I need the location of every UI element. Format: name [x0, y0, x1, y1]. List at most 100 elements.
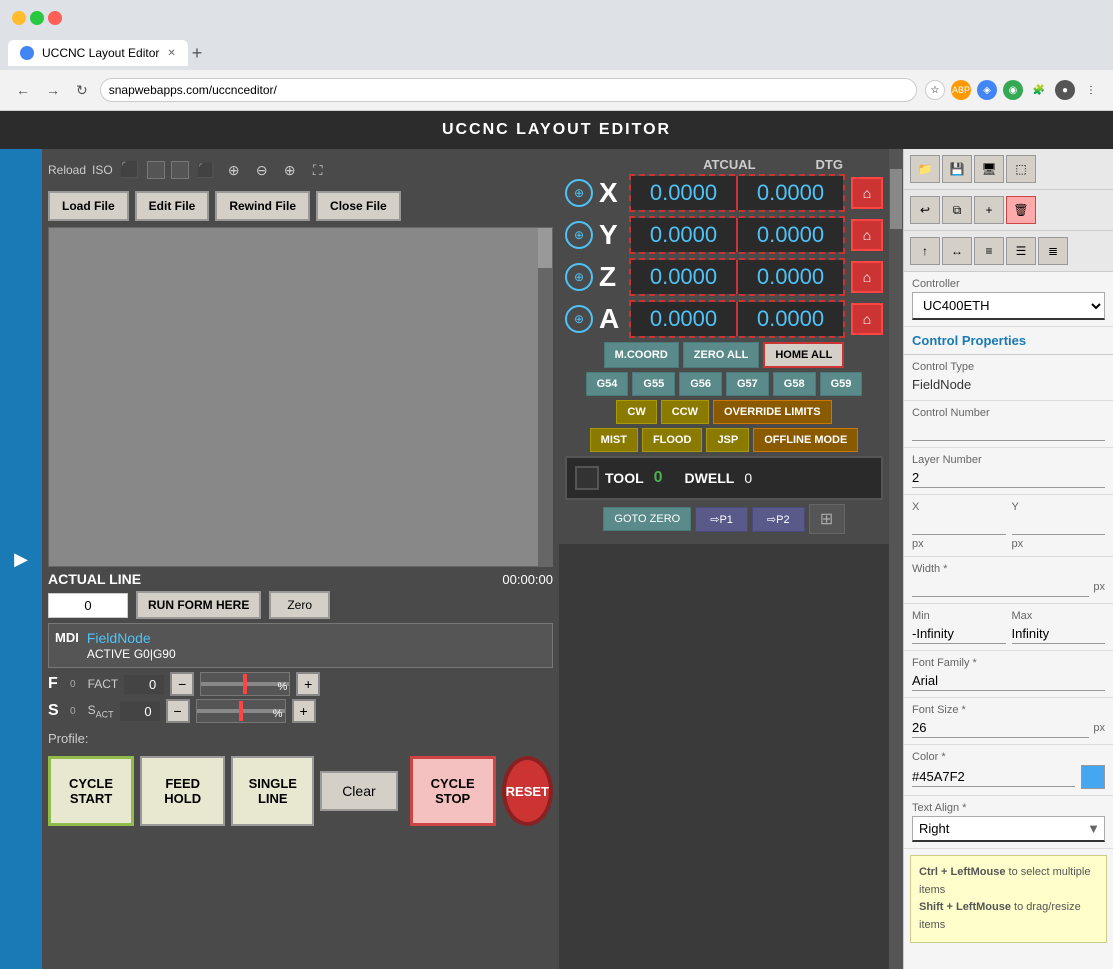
rt-up-icon[interactable]: ↑ [910, 237, 940, 265]
y-home-button[interactable]: ⌂ [851, 219, 883, 251]
color-box[interactable] [1081, 765, 1105, 789]
canvas-scrollbar[interactable] [538, 228, 552, 566]
cube3-icon[interactable] [171, 161, 189, 179]
y-target-icon[interactable]: ⊕ [565, 221, 593, 249]
goto-zero-button[interactable]: GOTO ZERO [603, 507, 691, 531]
grip-button[interactable]: ⊞ [809, 504, 845, 534]
width-input[interactable] [912, 577, 1089, 597]
ccw-button[interactable]: CCW [661, 400, 709, 424]
rt-align-right-icon[interactable]: ≣ [1038, 237, 1068, 265]
min-input[interactable] [912, 624, 1006, 644]
g58-button[interactable]: G58 [773, 372, 816, 396]
x-home-button[interactable]: ⌂ [851, 177, 883, 209]
left-arrow-icon[interactable]: ▶ [14, 549, 28, 570]
home-all-button[interactable]: HOME ALL [763, 342, 844, 368]
fullscreen-icon[interactable]: ⛶ [307, 159, 329, 181]
cycle-start-button[interactable]: CYCLE START [48, 756, 134, 826]
g55-button[interactable]: G55 [632, 372, 675, 396]
g56-button[interactable]: G56 [679, 372, 722, 396]
new-tab-button[interactable]: + [192, 43, 203, 64]
rt-duplicate-icon[interactable]: ⧉ [942, 196, 972, 224]
override-limits-button[interactable]: OVERRIDE LIMITS [713, 400, 832, 424]
control-number-input[interactable] [912, 421, 1105, 441]
layer-number-input[interactable] [912, 468, 1105, 488]
a-home-button[interactable]: ⌂ [851, 303, 883, 335]
rt-copy2-icon[interactable]: ⬚ [1006, 155, 1036, 183]
rt-align-center-icon[interactable]: ☰ [1006, 237, 1036, 265]
cube2-icon[interactable] [147, 161, 165, 179]
g54-button[interactable]: G54 [586, 372, 629, 396]
rt-add-icon[interactable]: + [974, 196, 1004, 224]
s-minus-button[interactable]: − [166, 699, 190, 723]
ext1-icon[interactable]: ◈ [977, 80, 997, 100]
actual-line-input[interactable] [48, 593, 128, 618]
edit-file-button[interactable]: Edit File [135, 191, 210, 221]
rt-monitor-icon[interactable]: 🖥 [974, 155, 1004, 183]
reset-button[interactable]: RESET [502, 756, 553, 826]
menu-icon[interactable]: ⋮ [1081, 80, 1101, 100]
zero-all-button[interactable]: ZERO ALL [683, 342, 760, 368]
single-line-button[interactable]: SINGLE LINE [231, 756, 314, 826]
rt-folder-icon[interactable]: 📁 [910, 155, 940, 183]
forward-button[interactable]: → [42, 78, 64, 102]
jsp-button[interactable]: JSP [706, 428, 749, 452]
active-tab[interactable]: UCCNC Layout Editor ✕ [8, 40, 188, 66]
rt-align-left-icon[interactable]: ≡ [974, 237, 1004, 265]
cube4-icon[interactable]: ⬛ [195, 159, 217, 181]
p1-button[interactable]: ⇨P1 [695, 507, 748, 532]
load-file-button[interactable]: Load File [48, 191, 129, 221]
minimize-button[interactable] [12, 11, 26, 25]
ext2-icon[interactable]: ◉ [1003, 80, 1023, 100]
mist-button[interactable]: MIST [590, 428, 638, 452]
offline-mode-button[interactable]: OFFLINE MODE [753, 428, 858, 452]
rt-delete-icon[interactable]: 🗑 [1006, 196, 1036, 224]
flood-button[interactable]: FLOOD [642, 428, 703, 452]
crosshair-icon[interactable]: ⊕ [223, 159, 245, 181]
controller-select[interactable]: UC400ETH [912, 292, 1105, 320]
profile-icon[interactable]: ● [1055, 80, 1075, 100]
back-button[interactable]: ← [12, 78, 34, 102]
close-file-button[interactable]: Close File [316, 191, 401, 221]
max-input[interactable] [1012, 624, 1106, 644]
rt-undo-icon[interactable]: ↩ [910, 196, 940, 224]
feed-hold-button[interactable]: FEED HOLD [140, 756, 225, 826]
a-target-icon[interactable]: ⊕ [565, 305, 593, 333]
z-home-button[interactable]: ⌂ [851, 261, 883, 293]
g57-button[interactable]: G57 [726, 372, 769, 396]
cw-button[interactable]: CW [616, 400, 656, 424]
rt-arrows-icon[interactable]: ↔ [942, 237, 972, 265]
close-button[interactable] [48, 11, 62, 25]
text-align-dropdown[interactable]: Right ▼ [912, 816, 1105, 842]
x-input[interactable] [912, 515, 1006, 535]
cycle-stop-button[interactable]: CYCLE STOP [410, 756, 496, 826]
z-target-icon[interactable]: ⊕ [565, 263, 593, 291]
rewind-file-button[interactable]: Rewind File [215, 191, 310, 221]
run-form-here-button[interactable]: RUN FORM HERE [136, 591, 261, 619]
s-slider[interactable]: % [196, 699, 286, 723]
vertical-scrollbar[interactable] [889, 149, 903, 969]
tab-close-icon[interactable]: ✕ [167, 48, 175, 59]
font-family-input[interactable] [912, 671, 1105, 691]
reload-button[interactable]: ↻ [72, 78, 92, 103]
s-plus-button[interactable]: + [292, 699, 316, 723]
p2-button[interactable]: ⇨P2 [752, 507, 805, 532]
plus-zoom-icon[interactable]: ⊕ [279, 159, 301, 181]
bookmark-icon[interactable]: ☆ [925, 80, 945, 100]
f-plus-button[interactable]: + [296, 672, 320, 696]
y-input[interactable] [1012, 515, 1106, 535]
url-input[interactable] [100, 78, 917, 102]
clear-button[interactable]: Clear [320, 771, 397, 811]
f-minus-button[interactable]: − [170, 672, 194, 696]
abp-icon[interactable]: ABP [951, 80, 971, 100]
rt-save-icon[interactable]: 💾 [942, 155, 972, 183]
color-input[interactable] [912, 767, 1075, 787]
maximize-button[interactable] [30, 11, 44, 25]
cube1-icon[interactable]: ⬛ [119, 159, 141, 181]
minus-zoom-icon[interactable]: ⊖ [251, 159, 273, 181]
mcoord-button[interactable]: M.COORD [604, 342, 679, 368]
f-slider[interactable]: % [200, 672, 290, 696]
font-size-input[interactable] [912, 718, 1089, 738]
zero-button[interactable]: Zero [269, 591, 330, 619]
x-target-icon[interactable]: ⊕ [565, 179, 593, 207]
extensions-icon[interactable]: 🧩 [1029, 80, 1049, 100]
